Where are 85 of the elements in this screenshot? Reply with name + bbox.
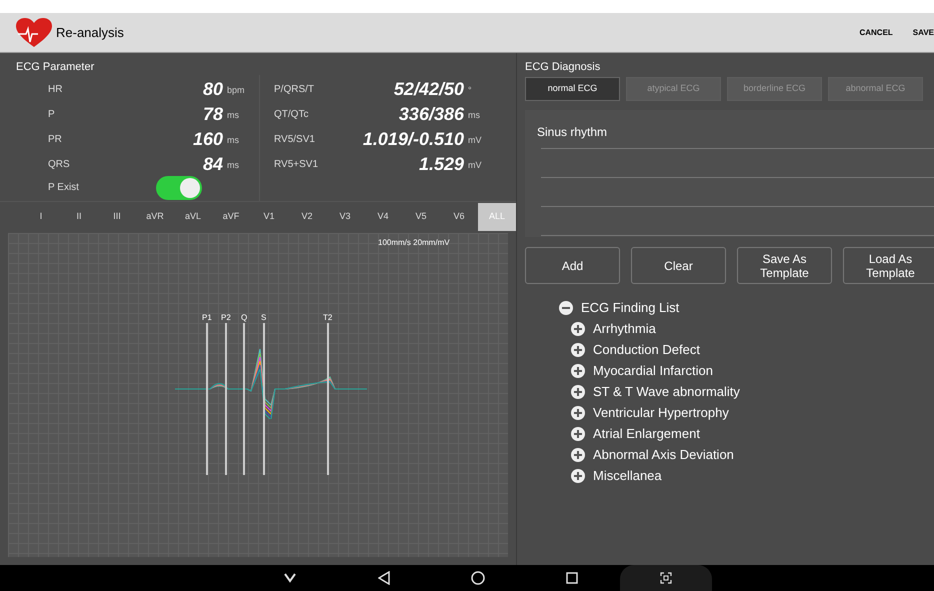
expand-icon[interactable] — [571, 448, 585, 462]
lead-tab[interactable]: V4 — [364, 203, 402, 231]
parameter-value: 80 — [202, 78, 223, 100]
toggle-switch[interactable] — [156, 176, 202, 200]
parameter-unit: bpm — [227, 84, 245, 97]
app-bar-action[interactable]: CANCEL — [859, 26, 893, 38]
scale-label: 100mm/s 20mm/mV — [378, 237, 450, 249]
marker-label: T2 — [323, 313, 332, 323]
lead-tab[interactable]: V2 — [288, 203, 326, 231]
parameter-label: P Exist — [48, 181, 80, 195]
parameter-value: 1.019/-0.510 — [362, 128, 464, 150]
parameter-value: 84 — [202, 153, 223, 175]
marker-label: S — [261, 313, 266, 323]
parameter-value: 52/42/50 — [392, 78, 464, 100]
marker-line[interactable] — [262, 323, 265, 475]
heart-logo-icon — [16, 18, 52, 48]
parameter-label: RV5/SV1 — [274, 133, 316, 147]
lead-tab[interactable]: V6 — [440, 203, 478, 231]
expand-icon[interactable] — [571, 406, 585, 420]
parameter-label: P/QRS/T — [274, 83, 316, 97]
marker-label: P1 — [202, 313, 212, 323]
parameter-unit: mV — [468, 134, 482, 146]
expand-icon[interactable] — [571, 322, 585, 336]
section-title: ECG Diagnosis — [525, 60, 602, 73]
expand-icon[interactable] — [571, 384, 585, 398]
tree-item[interactable]: Conduction Defect — [593, 340, 700, 360]
chevron-down-icon[interactable] — [284, 573, 296, 583]
marker-line[interactable] — [326, 323, 329, 475]
lead-tab[interactable]: V3 — [326, 203, 364, 231]
lead-tab[interactable]: III — [98, 203, 136, 231]
parameter-label: HR — [48, 83, 64, 97]
app-title: Re-analysis — [56, 24, 124, 42]
parameter-unit: ms — [468, 108, 480, 122]
parameter-unit: ms — [227, 158, 239, 172]
parameter-unit: ms — [227, 108, 239, 122]
parameter-value: 78 — [202, 103, 223, 125]
lead-tab[interactable]: I — [22, 203, 60, 231]
marker-label: P2 — [221, 313, 231, 323]
home-icon[interactable] — [471, 571, 485, 585]
app-bar-action[interactable]: SAVE — [912, 26, 934, 38]
lead-tab[interactable]: aVR — [136, 203, 174, 231]
section-title: ECG Parameter — [15, 60, 96, 75]
parameter-value: 160 — [192, 128, 223, 150]
expand-icon[interactable] — [571, 364, 585, 378]
screenshot-icon — [660, 572, 672, 584]
tree-item[interactable]: Myocardial Infarction — [593, 360, 713, 380]
lead-tab[interactable]: II — [60, 203, 98, 231]
expand-icon[interactable] — [571, 342, 585, 356]
marker-label: Q — [241, 313, 248, 323]
action-button[interactable]: Clear — [631, 247, 726, 284]
tree-item[interactable]: Miscellanea — [593, 466, 662, 486]
parameter-label: QT/QTc — [274, 108, 310, 122]
collapse-icon[interactable] — [559, 300, 573, 314]
marker-line[interactable] — [224, 323, 227, 475]
diagnosis-line: Sinus rhythm — [537, 125, 608, 139]
lead-tab[interactable]: aVL — [174, 203, 212, 231]
back-icon[interactable] — [378, 571, 390, 585]
expand-icon[interactable] — [571, 468, 585, 482]
parameter-unit: ° — [468, 84, 472, 96]
parameter-value: 336/386 — [398, 103, 464, 125]
tree-item[interactable]: Abnormal Axis Deviation — [593, 444, 734, 464]
parameter-label: RV5+SV1 — [274, 158, 320, 172]
action-button[interactable]: Save As Template — [737, 247, 832, 284]
parameter-value: 1.529 — [418, 153, 464, 175]
lead-tab[interactable]: V1 — [250, 203, 288, 231]
parameter-label: P — [48, 108, 56, 122]
tree-item[interactable]: Ventricular Hypertrophy — [593, 402, 729, 422]
tree-item[interactable]: ECG Finding List — [581, 298, 680, 318]
parameter-unit: ms — [227, 134, 239, 146]
action-button[interactable]: Load As Template — [843, 247, 934, 284]
parameter-unit: mV — [468, 158, 482, 172]
diagnosis-tab[interactable]: normal ECG — [525, 77, 620, 101]
expand-icon[interactable] — [571, 426, 585, 440]
tree-item[interactable]: ST & T Wave abnormality — [593, 382, 740, 402]
parameter-label: QRS — [48, 158, 71, 172]
recents-icon[interactable] — [566, 572, 578, 584]
tree-item[interactable]: Arrhythmia — [593, 318, 656, 338]
action-button[interactable]: Add — [525, 247, 620, 284]
tree-item[interactable]: Atrial Enlargement — [593, 424, 700, 444]
lead-tab[interactable]: V5 — [402, 203, 440, 231]
lead-tab[interactable]: aVF — [212, 203, 250, 231]
parameter-label: PR — [48, 133, 63, 147]
diagnosis-text-area[interactable]: Sinus rhythm — [525, 110, 934, 237]
marker-line[interactable] — [243, 323, 246, 475]
marker-line[interactable] — [206, 323, 208, 475]
